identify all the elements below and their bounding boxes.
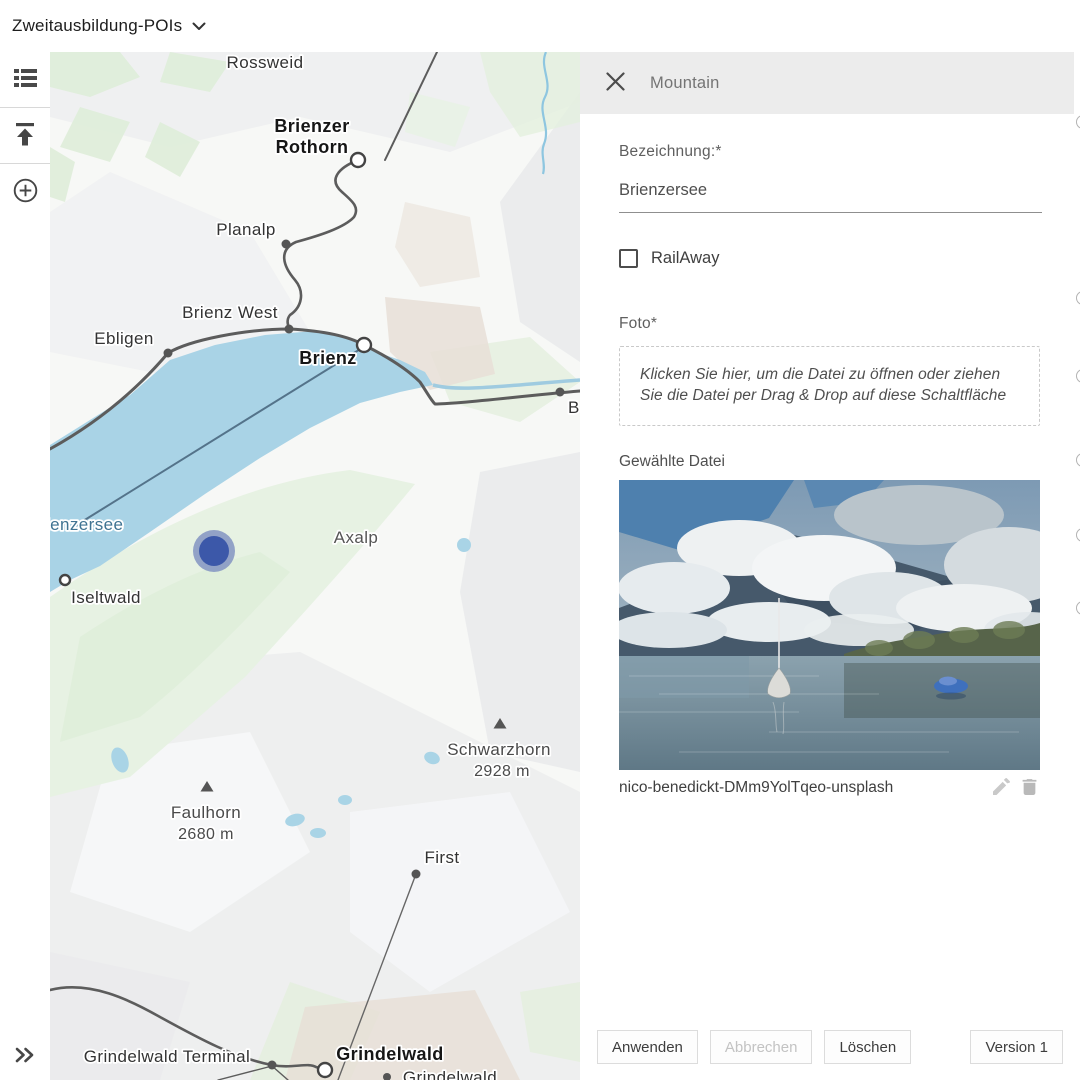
map-label-rossweid: Rossweid: [227, 53, 304, 72]
panel-body: Bezeichnung:* RailAway Foto* Klicken Sie…: [580, 114, 1080, 799]
photo-field-label: Foto*: [619, 315, 1040, 333]
dropzone-hint-text: Klicken Sie hier, um die Datei zu öffnen…: [640, 364, 1019, 407]
map-label-b-cut: B: [568, 398, 580, 417]
map-label-schwarzhorn-elev: 2928 m: [474, 763, 530, 780]
list-icon: [14, 69, 37, 90]
railaway-checkbox[interactable]: [619, 249, 638, 268]
trash-icon: [1022, 778, 1037, 798]
version-button[interactable]: Version 1: [970, 1030, 1063, 1064]
map-canvas[interactable]: Rossweid Brienzer Rothorn Planalp Brienz…: [50, 52, 580, 1080]
map-svg: Rossweid Brienzer Rothorn Planalp Brienz…: [50, 52, 580, 1080]
poi-detail-panel: Mountain Bezeichnung:* RailAway Foto* Kl…: [580, 52, 1080, 1080]
upload-button[interactable]: [0, 108, 50, 163]
map-label-lake: ienzersee: [50, 515, 123, 534]
map-label-faulhorn: Faulhorn: [171, 803, 241, 822]
map-label-rothorn2: Rothorn: [276, 137, 349, 157]
map-label-axalp: Axalp: [334, 528, 379, 547]
chevron-down-icon[interactable]: [192, 22, 206, 31]
map-label-faulhorn-elev: 2680 m: [178, 826, 234, 843]
photo-illustration: [619, 480, 1040, 770]
add-poi-button[interactable]: [0, 164, 50, 219]
layer-list-button[interactable]: [0, 52, 50, 107]
delete-button[interactable]: Löschen: [824, 1030, 911, 1064]
cancel-button[interactable]: Abbrechen: [710, 1030, 813, 1064]
map-label-grindelwald2: Grindelwald: [403, 1068, 497, 1080]
map-label-brienz-west: Brienz West: [182, 303, 278, 322]
name-input[interactable]: [619, 175, 1042, 213]
edit-file-button[interactable]: [990, 777, 1012, 799]
right-scroll-strip[interactable]: [1074, 52, 1080, 1080]
selected-photo-thumbnail: [619, 480, 1040, 770]
selected-file-name: nico-benedickt-DMm9YolTqeo-unsplash: [619, 779, 984, 797]
map-label-grindelwald-terminal: Grindelwald Terminal: [84, 1047, 250, 1066]
file-dropzone[interactable]: Klicken Sie hier, um die Datei zu öffnen…: [619, 346, 1040, 426]
map-label-grindelwald: Grindelwald: [336, 1044, 443, 1064]
close-panel-button[interactable]: [600, 68, 630, 98]
map-label-iseltwald: Iseltwald: [71, 588, 141, 607]
selected-file-label: Gewählte Datei: [619, 453, 1040, 471]
upload-icon: [14, 123, 36, 149]
apply-button[interactable]: Anwenden: [597, 1030, 698, 1064]
map-label-first: First: [424, 848, 459, 867]
poi-marker[interactable]: [193, 530, 235, 572]
map-label-rothorn1: Brienzer: [274, 116, 349, 136]
workspace-title[interactable]: Zweitausbildung-POIs: [12, 16, 182, 36]
railaway-label: RailAway: [651, 249, 719, 268]
add-circle-icon: [13, 178, 38, 206]
map-label-schwarzhorn: Schwarzhorn: [447, 740, 551, 759]
pencil-icon: [993, 778, 1010, 798]
map-label-brienz: Brienz: [299, 348, 356, 368]
delete-file-button[interactable]: [1018, 777, 1040, 799]
selected-file-row: nico-benedickt-DMm9YolTqeo-unsplash: [619, 777, 1040, 799]
app-header: Zweitausbildung-POIs: [0, 0, 1080, 52]
expand-sidebar-button[interactable]: [0, 1036, 50, 1076]
panel-title: Mountain: [650, 74, 719, 93]
railaway-row: RailAway: [619, 249, 1040, 268]
double-chevron-right-icon: [15, 1047, 36, 1066]
name-field-label: Bezeichnung:*: [619, 143, 1040, 161]
close-icon: [606, 72, 625, 94]
panel-footer: Anwenden Abbrechen Löschen Version 1: [580, 1030, 1080, 1064]
map-label-ebligen: Ebligen: [94, 329, 154, 348]
panel-header: Mountain: [580, 52, 1080, 114]
tool-sidebar: [0, 52, 50, 1080]
map-label-planalp: Planalp: [216, 220, 276, 239]
